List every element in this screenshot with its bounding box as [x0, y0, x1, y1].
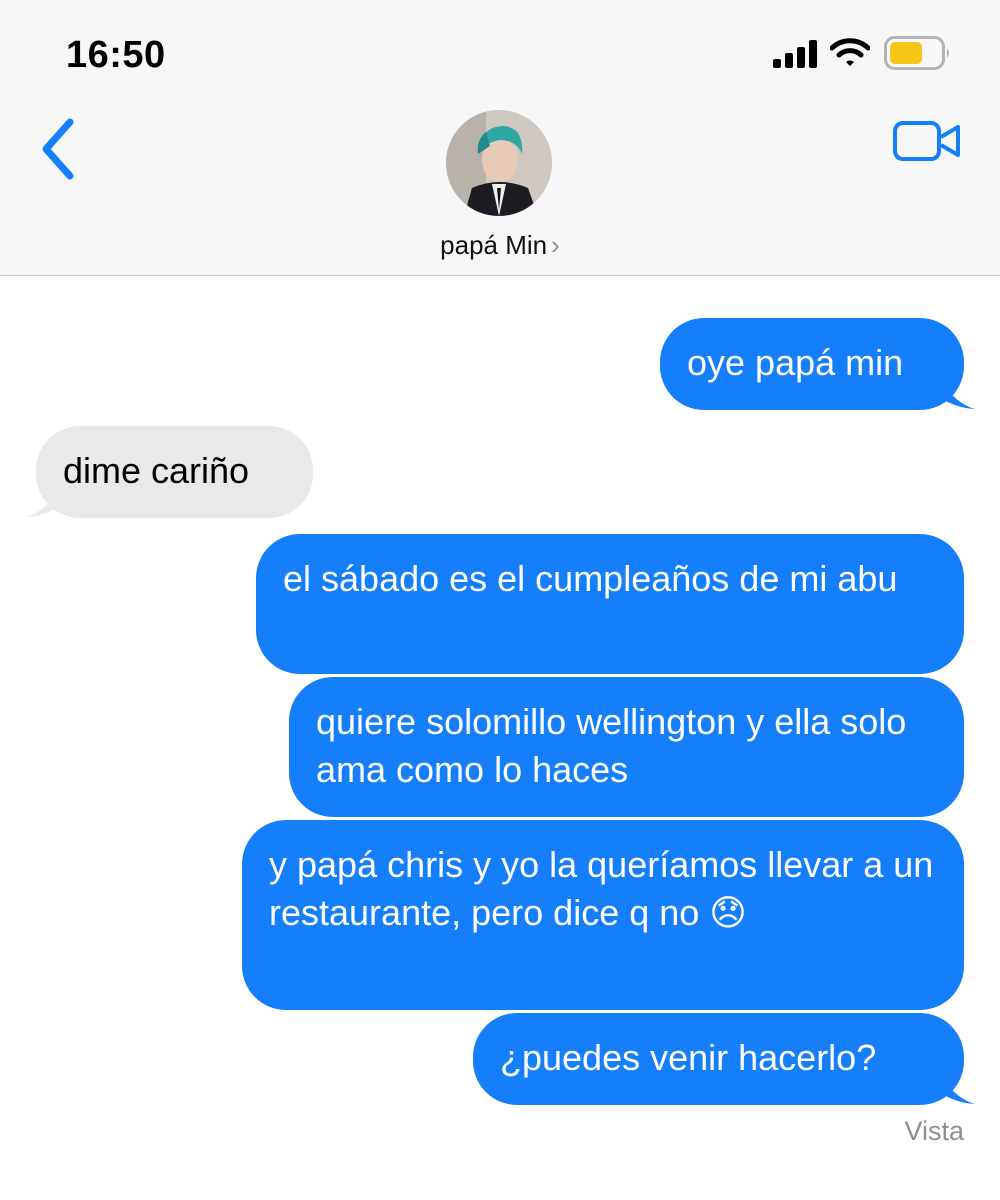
contact-name-button[interactable]: papá Min › [0, 230, 1000, 261]
wifi-icon [830, 38, 870, 66]
message-text: ¿puedes venir hacerlo? [500, 1037, 877, 1078]
message-bubble-sent[interactable]: oye papá min [660, 318, 964, 410]
message-text: oye papá min [687, 342, 904, 383]
message-bubble-sent[interactable]: y papá chris y yo la queríamos llevar a … [242, 820, 964, 1010]
message-bubble-sent[interactable]: ¿puedes venir hacerlo? [473, 1013, 964, 1105]
bubble-tail-received [26, 488, 61, 517]
read-receipt: Vista [904, 1116, 964, 1146]
video-call-button[interactable] [892, 120, 962, 162]
contact-name: papá Min [440, 230, 548, 260]
contact-avatar[interactable] [446, 110, 552, 216]
bubble-tail-sent [940, 1075, 975, 1104]
message-text: y papá chris y yo la queríamos llevar a … [269, 844, 934, 933]
back-button[interactable] [34, 114, 84, 184]
chevron-right-icon: › [551, 230, 560, 260]
message-bubble-received[interactable]: dime cariño [36, 426, 313, 518]
video-camera-icon [893, 121, 960, 161]
conversation-header: papá Min › [0, 100, 1000, 276]
message-bubble-sent[interactable]: el sábado es el cumpleaños de mi abu [256, 534, 964, 674]
status-time: 16:50 [66, 34, 166, 76]
signal-icon [773, 40, 817, 68]
message-bubble-sent[interactable]: quiere solomillo wellington y ella solo … [289, 677, 964, 817]
message-text: el sábado es el cumpleaños de mi abu [283, 558, 898, 599]
bubble-tail-sent [940, 380, 975, 409]
status-bar: 16:50 [0, 0, 1000, 100]
battery-icon [884, 36, 949, 70]
message-text: quiere solomillo wellington y ella solo … [316, 701, 907, 790]
chevron-left-icon [42, 118, 74, 180]
message-text: dime cariño [63, 450, 250, 491]
